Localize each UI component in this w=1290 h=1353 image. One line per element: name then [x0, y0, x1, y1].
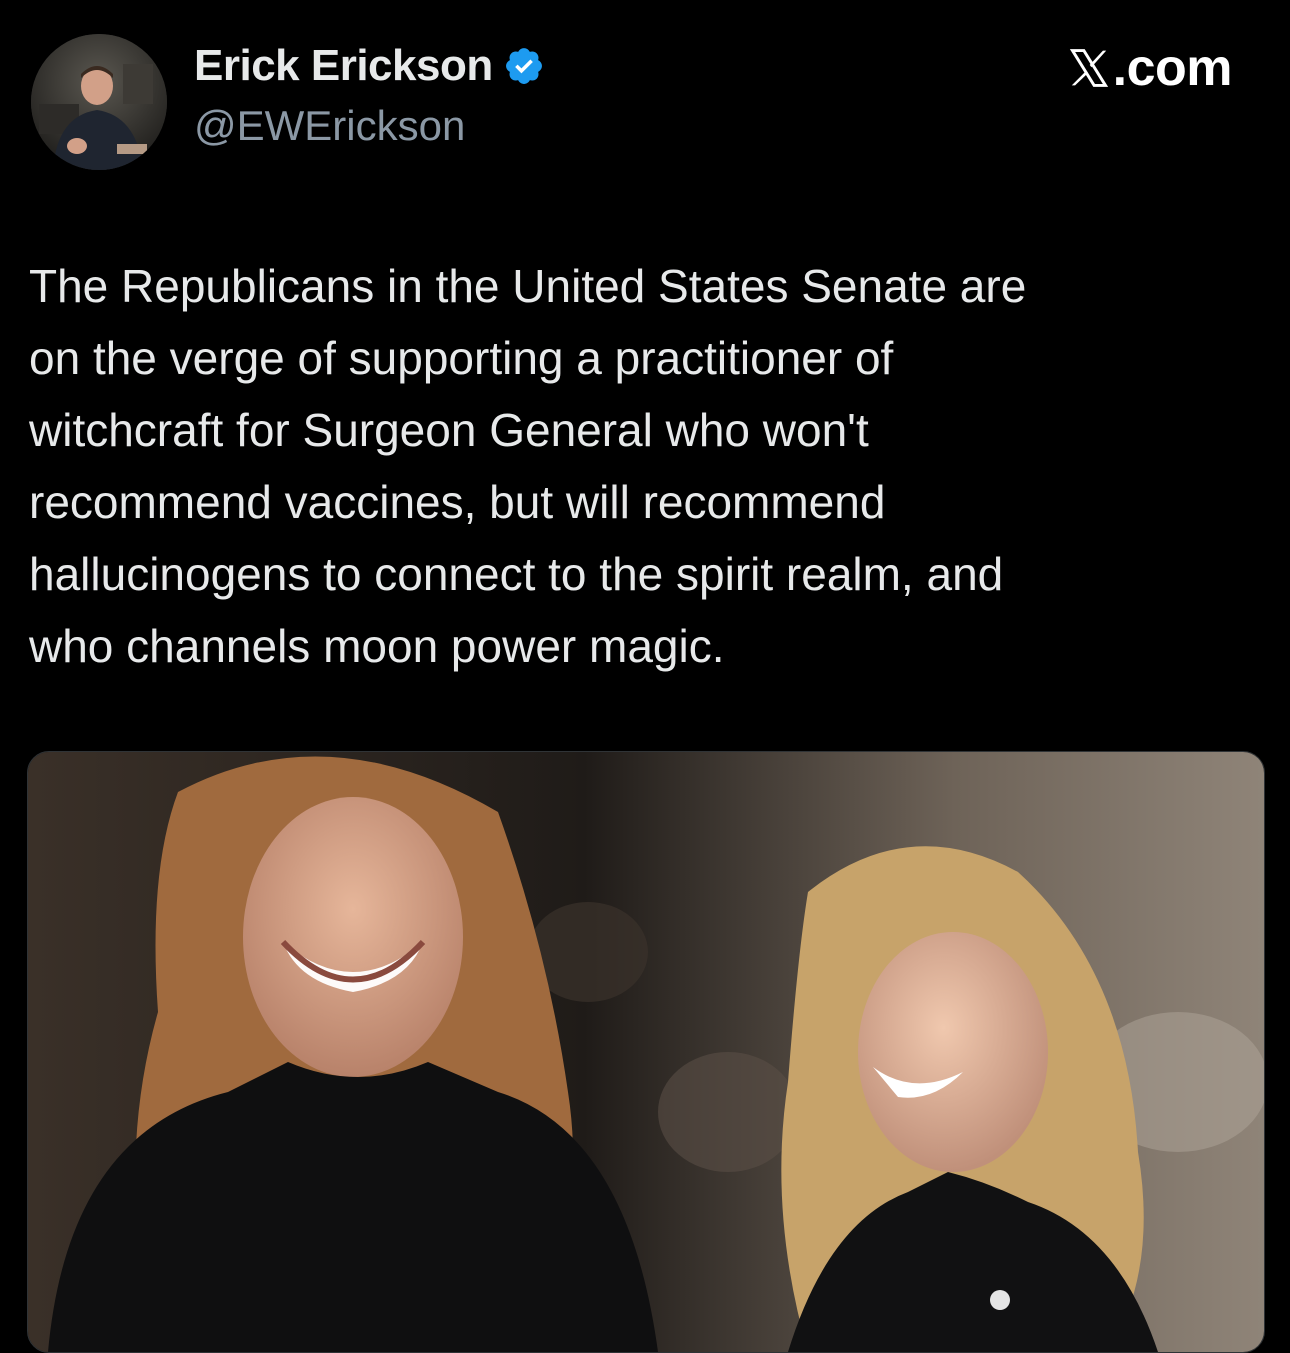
photo-two-women-smiling [28, 752, 1264, 1352]
x-logo-icon [1069, 49, 1108, 87]
author-avatar[interactable] [31, 34, 167, 170]
brand-text: .com [1112, 39, 1233, 97]
author-display-name[interactable]: Erick Erickson [194, 41, 493, 91]
brand-watermark: .com [1067, 36, 1233, 100]
tweet-media[interactable] [27, 751, 1265, 1353]
avatar-photo [31, 34, 167, 170]
tweet-header: Erick Erickson @EWErickson .com [0, 0, 1290, 200]
author-handle[interactable]: @EWErickson [194, 102, 465, 150]
tweet-text: The Republicans in the United States Sen… [29, 260, 1027, 672]
verified-badge-icon [505, 48, 542, 84]
author-name-row: Erick Erickson [194, 40, 545, 92]
